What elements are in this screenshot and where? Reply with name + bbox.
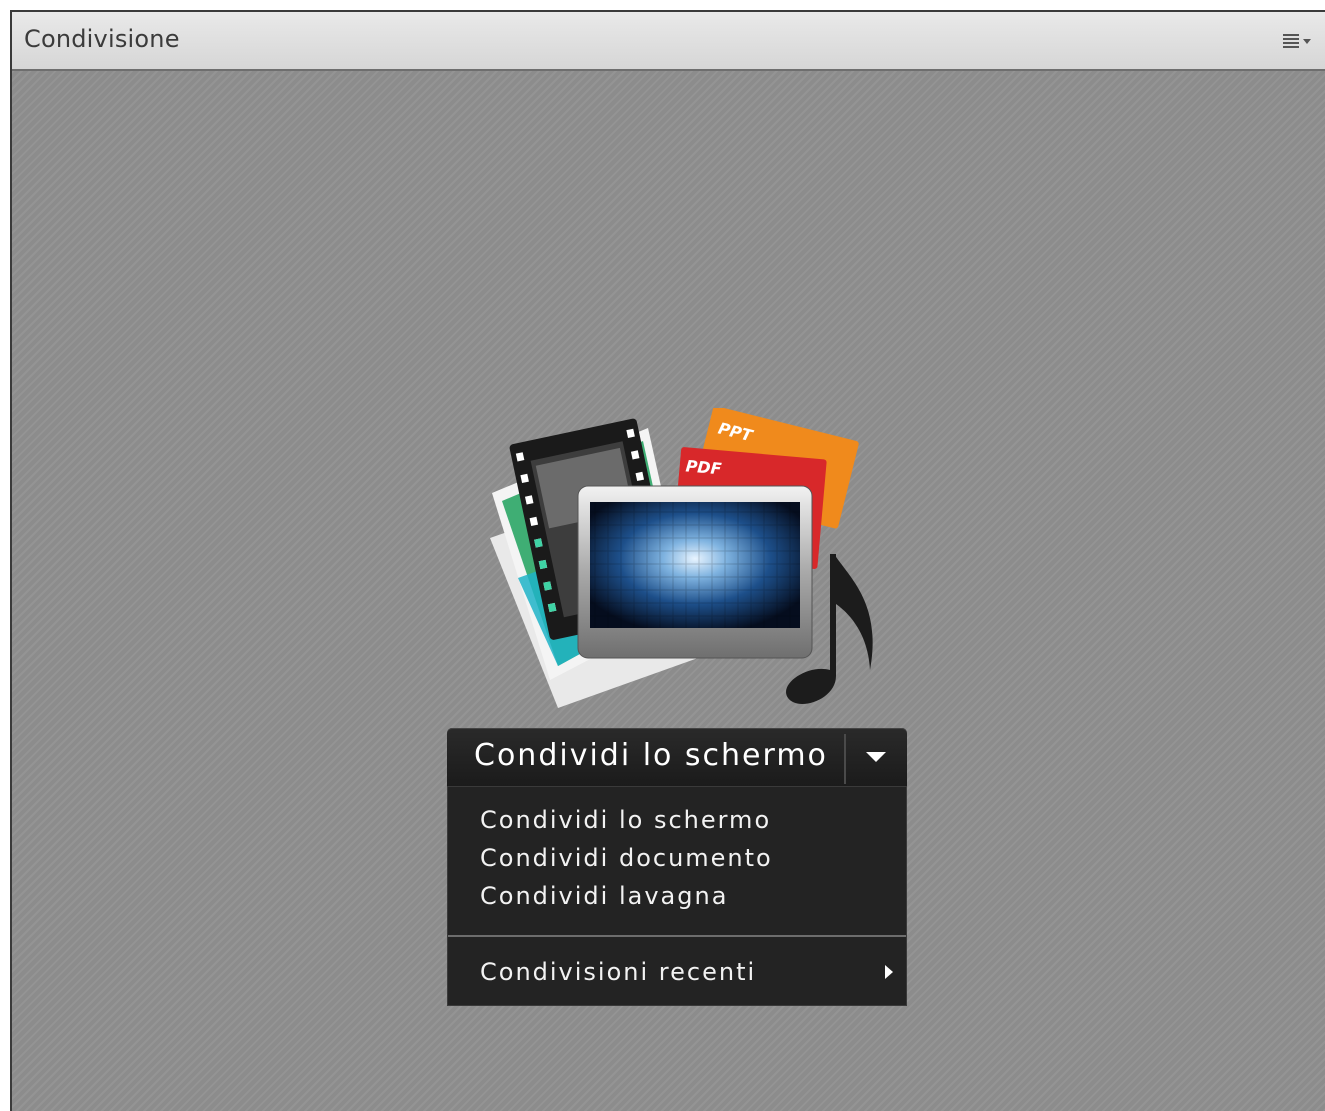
share-split-button: Condividi lo schermo bbox=[447, 728, 907, 786]
menu-item-recent-shares[interactable]: Condivisioni recenti bbox=[480, 954, 756, 990]
share-screen-button[interactable]: Condividi lo schermo bbox=[447, 728, 844, 786]
chevron-down-icon[interactable] bbox=[846, 728, 907, 786]
menu-divider bbox=[448, 935, 906, 937]
chevron-right-icon bbox=[882, 963, 896, 981]
share-content-illustration: PPT PDF bbox=[478, 406, 878, 718]
pod-title: Condivisione bbox=[24, 25, 180, 53]
share-dropdown-menu: Condividi lo schermo Condividi documento… bbox=[447, 786, 907, 1006]
menu-item-share-screen[interactable]: Condividi lo schermo bbox=[480, 802, 771, 838]
menu-item-share-document[interactable]: Condividi documento bbox=[480, 840, 773, 876]
pod-title-bar: Condivisione bbox=[12, 12, 1325, 71]
pdf-label: PDF bbox=[685, 456, 723, 478]
share-pod: Condivisione PPT PDF Condividi lo scherm… bbox=[10, 10, 1325, 1111]
menu-item-share-whiteboard[interactable]: Condividi lavagna bbox=[480, 878, 728, 914]
pod-options-menu-icon[interactable] bbox=[1281, 28, 1317, 52]
